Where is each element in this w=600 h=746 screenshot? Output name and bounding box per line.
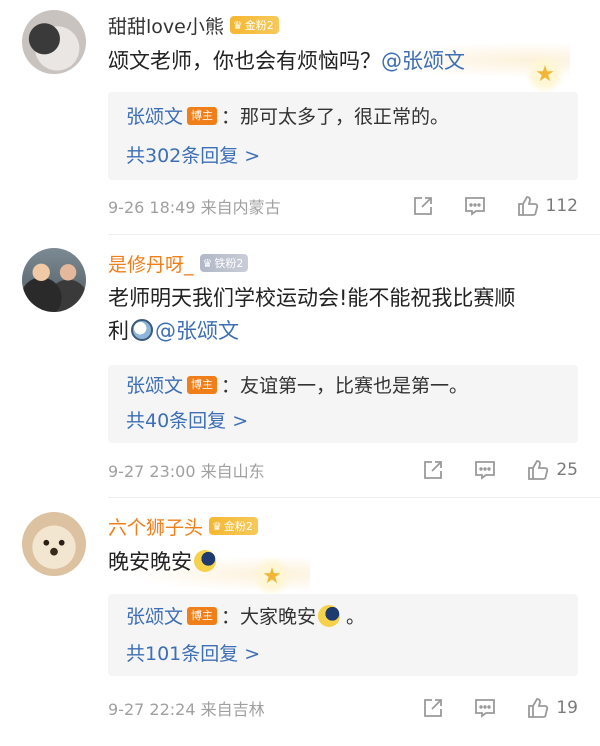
location: 来自吉林	[200, 700, 265, 719]
comment-button[interactable]	[474, 697, 496, 719]
username[interactable]: 是修丹呀_	[108, 250, 194, 277]
fan-badge-label: 金粉2	[223, 520, 253, 533]
like-button[interactable]: 112	[516, 194, 578, 218]
meta-row: 9-27 23:00 来自山东 25	[108, 456, 578, 484]
share-icon	[413, 197, 432, 215]
like-count: 19	[556, 698, 578, 718]
share-icon	[424, 461, 443, 479]
thumbs-up-icon	[528, 698, 549, 718]
like-count: 25	[556, 460, 578, 480]
reply-author[interactable]: 张颂文	[126, 371, 183, 398]
divider	[108, 234, 600, 235]
comment-text: 颂文老师，你也会有烦恼吗？@张颂文	[108, 45, 578, 78]
fan-badge[interactable]: ♛ 金粉2	[209, 517, 258, 535]
comment-body-line: 老师明天我们学校运动会!能不能祝我比赛顺	[108, 286, 516, 310]
like-count: 112	[545, 196, 578, 216]
comment-item: 甜甜love小熊 ♛ 金粉2 颂文老师，你也会有烦恼吗？@张颂文 ★ 张颂文 博…	[0, 0, 600, 235]
crown-icon: ♛	[202, 256, 213, 270]
comment-item: 六个狮子头 ♛ 金粉2 晚安晚安 ★ 张颂文 博主 ：大家晚安 。 共101条回复…	[0, 498, 600, 746]
star-icon: ★	[252, 556, 292, 596]
star-icon: ★	[525, 54, 565, 94]
comment-body: 颂文老师，你也会有烦恼吗？	[108, 49, 381, 73]
reply-count-link[interactable]: 共302条回复 >	[126, 141, 260, 168]
comment-button[interactable]	[474, 459, 496, 481]
comment-text: 老师明天我们学校运动会!能不能祝我比赛顺 利 @张颂文	[108, 282, 578, 348]
reply-line: 张颂文 博主 ：那可太多了，很正常的。	[126, 102, 449, 129]
reply-line: 张颂文 博主 ：友谊第一，比赛也是第一。	[126, 371, 468, 398]
username-row: 是修丹呀_ ♛ 铁粉2	[108, 249, 249, 277]
action-bar: 19	[422, 696, 578, 720]
avatar[interactable]	[22, 10, 86, 74]
username[interactable]: 甜甜love小熊	[108, 12, 224, 39]
host-tag: 博主	[187, 375, 218, 394]
share-button[interactable]	[412, 195, 434, 217]
reply-author[interactable]: 张颂文	[126, 602, 183, 629]
timestamp: 9-27 23:00 来自山东	[108, 462, 265, 481]
comment-text: 晚安晚安	[108, 546, 578, 579]
comment-body-line: 利 @张颂文	[108, 319, 239, 343]
username-row: 甜甜love小熊 ♛ 金粉2	[108, 11, 279, 39]
reply-text: ：大家晚安	[221, 606, 317, 628]
host-tag: 博主	[187, 606, 218, 625]
avatar[interactable]	[22, 248, 86, 312]
crown-icon: ♛	[232, 18, 243, 32]
action-bar: 112	[412, 194, 578, 218]
host-tag: 博主	[187, 106, 218, 125]
moon-emoji-icon	[318, 604, 341, 627]
meta-row: 9-26 18:49 来自内蒙古 112	[108, 192, 578, 220]
meta-row: 9-27 22:24 来自吉林 19	[108, 694, 578, 722]
fan-badge-label: 金粉2	[244, 19, 274, 32]
share-button[interactable]	[422, 697, 444, 719]
thumbs-up-icon	[528, 460, 549, 480]
reply-box[interactable]: 张颂文 博主 ：那可太多了，很正常的。 共302条回复 >	[108, 92, 578, 180]
fan-badge[interactable]: ♛ 铁粉2	[199, 254, 249, 272]
username-row: 六个狮子头 ♛ 金粉2	[108, 512, 258, 540]
reply-text: ：友谊第一，比赛也是第一。	[221, 375, 469, 397]
reply-count-link[interactable]: 共101条回复 >	[126, 639, 260, 666]
mention-link[interactable]: @张颂文	[381, 49, 465, 73]
comment-icon	[464, 197, 485, 216]
reply-suffix: 。	[346, 606, 366, 628]
thumbs-up-icon	[517, 196, 538, 216]
location: 来自山东	[200, 462, 265, 481]
like-button[interactable]: 19	[526, 696, 578, 720]
mention-link[interactable]: @张颂文	[155, 319, 239, 343]
reply-box[interactable]: 张颂文 博主 ：友谊第一，比赛也是第一。 共40条回复 >	[108, 365, 578, 443]
fan-badge-label: 铁粉2	[214, 257, 244, 270]
comment-item: 是修丹呀_ ♛ 铁粉2 老师明天我们学校运动会!能不能祝我比赛顺 利 @张颂文 张…	[0, 236, 600, 498]
reply-box[interactable]: 张颂文 博主 ：大家晚安 。 共101条回复 >	[108, 594, 578, 676]
timestamp: 9-27 22:24 来自吉林	[108, 700, 265, 719]
location: 来自内蒙古	[200, 198, 281, 217]
share-icon	[424, 699, 443, 717]
moon-emoji-icon	[194, 550, 216, 572]
like-button[interactable]: 25	[526, 458, 578, 482]
share-button[interactable]	[422, 459, 444, 481]
reply-text: ：那可太多了，很正常的。	[221, 106, 450, 128]
reply-count-link[interactable]: 共40条回复 >	[126, 406, 248, 433]
comment-body: 晚安晚安	[108, 550, 192, 574]
avatar[interactable]	[22, 512, 86, 576]
action-bar: 25	[422, 458, 578, 482]
reply-line: 张颂文 博主 ：大家晚安 。	[126, 602, 365, 629]
comment-icon	[475, 699, 496, 718]
timestamp: 9-26 18:49 来自内蒙古	[108, 198, 281, 217]
fan-badge[interactable]: ♛ 金粉2	[229, 16, 279, 34]
username[interactable]: 六个狮子头	[108, 513, 203, 540]
ghost-emoji-icon	[131, 319, 153, 341]
crown-icon: ♛	[212, 519, 222, 533]
comment-button[interactable]	[464, 195, 486, 217]
comment-icon	[475, 461, 496, 480]
reply-author[interactable]: 张颂文	[126, 102, 183, 129]
